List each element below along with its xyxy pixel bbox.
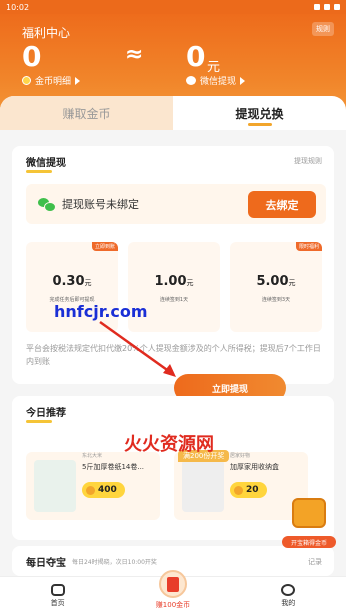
tab-withdraw-exchange[interactable]: 提现兑换 (173, 96, 346, 130)
wechat-icon (186, 76, 196, 85)
amount-badge: 限时福利 (295, 242, 322, 251)
nav-earn-coins[interactable]: 赚100金币 (115, 570, 230, 615)
red-packet-icon (158, 570, 187, 598)
treasure-chest-icon (292, 498, 326, 528)
tab-bar: 赚取金币 提现兑换 (0, 96, 346, 130)
product-image (182, 460, 224, 512)
product-sub: 东北大米 (82, 453, 103, 459)
cash-balance: 0 (186, 40, 206, 73)
nav-mine[interactable]: 我的 (231, 577, 346, 615)
tab-label: 赚取金币 (62, 106, 111, 121)
coin-icon (22, 76, 31, 85)
account-bind-row: 提现账号未绑定 去绑定 (26, 184, 326, 224)
card-title: 今日推荐 (26, 408, 66, 419)
nav-label: 首页 (50, 599, 65, 607)
daily-sub: 每日24时揭晓，次日10:00开奖 (72, 559, 157, 566)
signal-icon (314, 4, 320, 10)
chevron-right-icon (240, 76, 246, 85)
watermark-site: hnfcjr.com (54, 302, 148, 321)
withdraw-rules-link[interactable]: 提现规则 (294, 156, 322, 166)
wechat-withdraw-label: 微信提现 (200, 77, 237, 87)
product-name: 5斤加厚卷纸14卷... (82, 463, 145, 471)
coin-detail-label: 金币明细 (35, 77, 72, 87)
title-underline (26, 170, 52, 173)
tab-earn-coins[interactable]: 赚取金币 (0, 96, 173, 130)
nav-label: 我的 (281, 599, 296, 607)
title-underline (26, 420, 52, 423)
treasure-chest-button[interactable]: 开宝箱得金币 (282, 496, 336, 548)
wechat-icon (38, 197, 56, 212)
tab-label: 提现兑换 (235, 106, 284, 121)
status-bar: 10:02 (0, 0, 346, 14)
bottom-nav: 首页 赚100金币 我的 (0, 570, 346, 615)
rules-button[interactable]: 规则 (312, 22, 334, 36)
amount-desc: 连续签到3天 (261, 297, 291, 303)
coin-icon (86, 485, 95, 495)
amount-badge: 立即到账 (91, 242, 118, 251)
bind-status-text: 提现账号未绑定 (62, 198, 139, 211)
chevron-right-icon (75, 76, 81, 85)
treasure-label: 开宝箱得金币 (282, 536, 336, 548)
tax-notice: 平台会按税法规定代扣代缴20%个人提现金额涉及的个人所得税；提现后7个工作日内到… (26, 344, 321, 366)
nav-label: 赚100金币 (155, 601, 191, 609)
bind-account-button[interactable]: 去绑定 (248, 191, 316, 218)
battery-icon (334, 4, 340, 10)
home-icon (50, 584, 65, 596)
amount-value: 5.00元 (256, 274, 296, 289)
card-title: 每日夺宝 (26, 558, 66, 569)
wechat-withdraw-link[interactable]: 微信提现 (186, 74, 246, 87)
profile-icon (281, 584, 296, 596)
status-time: 10:02 (6, 2, 30, 12)
amount-value: 0.30元 (52, 274, 92, 289)
tab-active-indicator (247, 123, 272, 126)
product-price: 20 (230, 482, 267, 498)
coin-icon (234, 485, 243, 495)
nav-home[interactable]: 首页 (0, 577, 115, 615)
wifi-icon (324, 4, 330, 10)
coin-detail-link[interactable]: 金币明细 (22, 74, 81, 87)
product-name: 加厚家用收纳盒 (230, 463, 279, 471)
amount-value: 1.00元 (154, 274, 194, 289)
records-link[interactable]: 记录 (308, 557, 322, 567)
product-sub: 居家好物 (230, 453, 251, 459)
product-image (34, 460, 76, 512)
status-icons (314, 4, 340, 10)
card-title: 微信提现 (26, 158, 66, 169)
recommend-item[interactable]: 东北大米 5斤加厚卷纸14卷... 400 (26, 452, 160, 520)
wechat-withdraw-card: 微信提现 提现规则 提现账号未绑定 去绑定 立即到账 0.30元 完成任务后即可… (12, 146, 334, 384)
page-title: 福利中心 (22, 26, 71, 40)
cash-unit: 元 (207, 60, 221, 75)
amount-option[interactable]: 限时福利 5.00元 连续签到3天 (230, 242, 322, 332)
product-price: 400 (82, 482, 125, 498)
coin-balance: 0 (22, 40, 42, 73)
watermark-brand: 火火资源网 (124, 434, 214, 455)
approx-symbol: ≈ (125, 42, 144, 67)
